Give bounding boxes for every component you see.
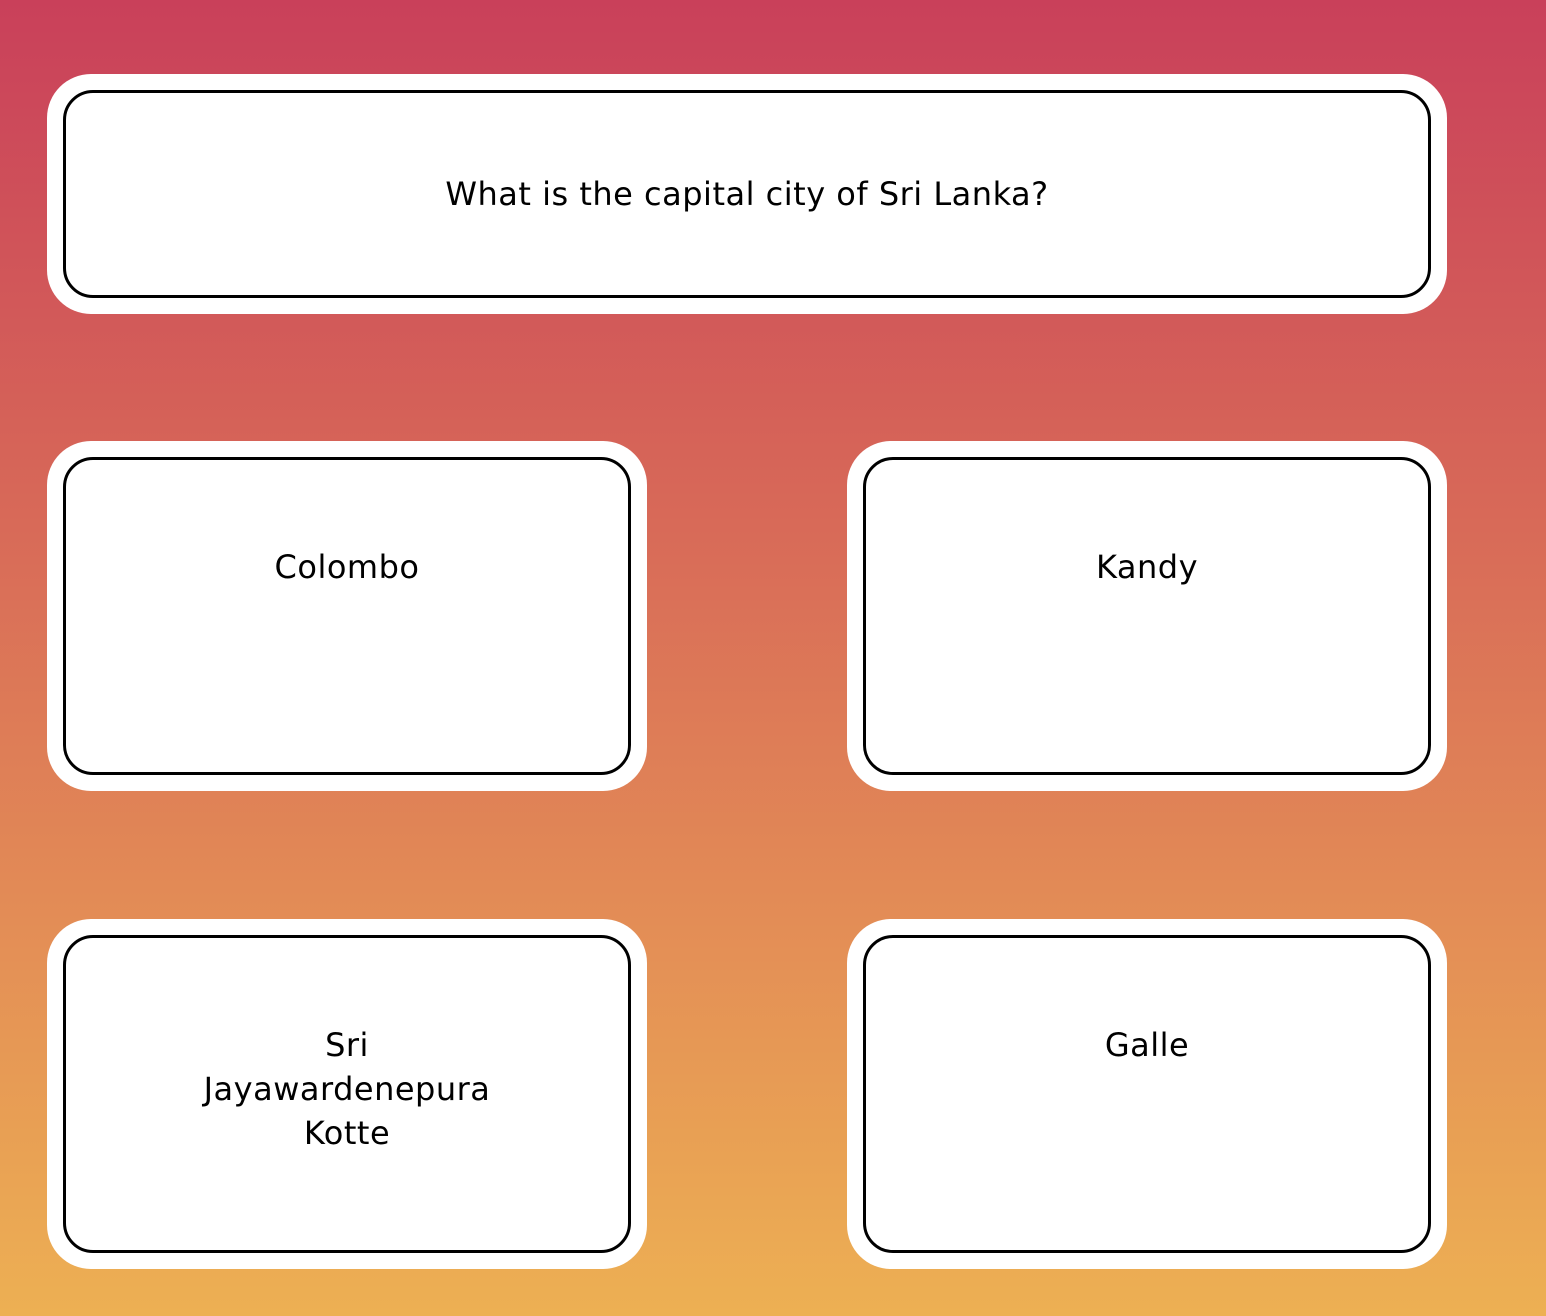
answer-option-3-inner[interactable]: Sri Jayawardenepura Kotte <box>63 935 631 1253</box>
question-card-inner: What is the capital city of Sri Lanka? <box>63 90 1431 298</box>
question-text: What is the capital city of Sri Lanka? <box>445 175 1049 213</box>
answer-option-3[interactable]: Sri Jayawardenepura Kotte <box>47 919 647 1269</box>
answer-option-2[interactable]: Kandy <box>847 441 1447 791</box>
answer-option-4[interactable]: Galle <box>847 919 1447 1269</box>
answer-option-1[interactable]: Colombo <box>47 441 647 791</box>
answer-option-4-label: Galle <box>1104 1026 1190 1064</box>
answer-option-4-inner[interactable]: Galle <box>863 935 1431 1253</box>
answer-option-1-inner[interactable]: Colombo <box>63 457 631 775</box>
answer-option-1-label: Colombo <box>274 548 420 586</box>
question-card: What is the capital city of Sri Lanka? <box>47 74 1447 314</box>
answer-option-2-inner[interactable]: Kandy <box>863 457 1431 775</box>
answer-option-2-label: Kandy <box>1095 548 1199 586</box>
answer-option-3-label: Sri Jayawardenepura Kotte <box>203 1026 491 1152</box>
